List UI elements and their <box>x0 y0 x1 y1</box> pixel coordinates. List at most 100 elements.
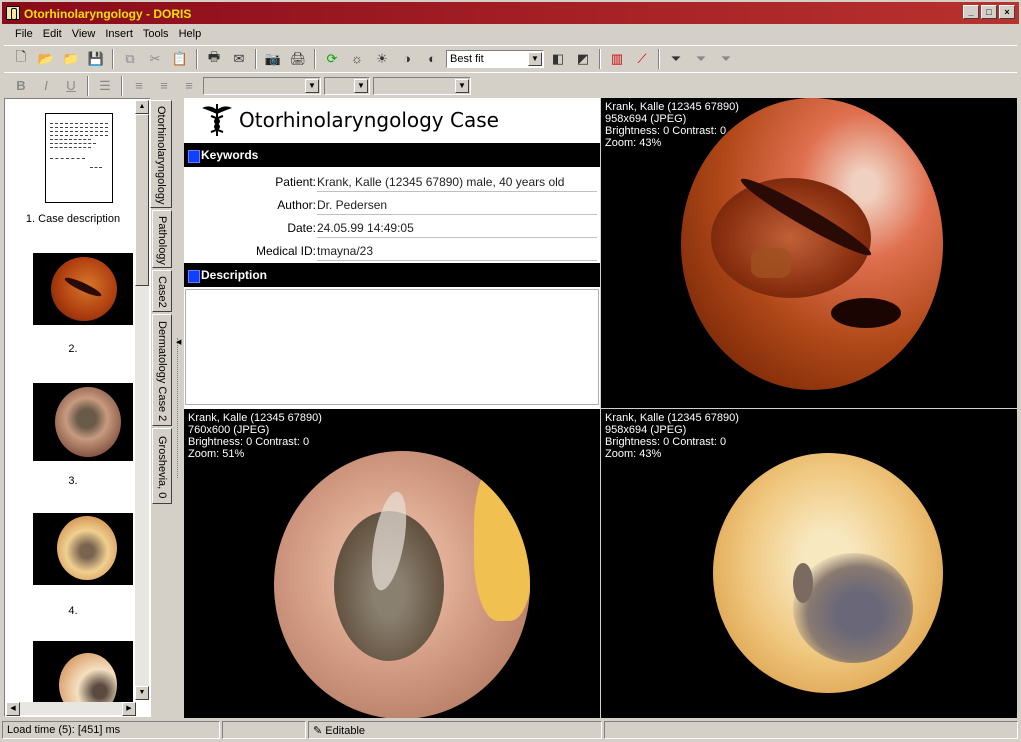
tab-pathology[interactable]: Pathology <box>152 210 172 268</box>
field-patient: Patient: Krank, Kalle (12345 67890) male… <box>184 170 600 193</box>
scroll-up-icon[interactable]: ▲ <box>135 100 149 114</box>
chevron-down-icon[interactable]: ▼ <box>305 78 319 93</box>
fit-window-icon[interactable]: ◧ <box>547 48 569 70</box>
description-header: Description <box>184 263 600 287</box>
bold-icon[interactable]: B <box>10 75 32 97</box>
font-size-select[interactable]: ▼ <box>324 76 370 95</box>
author-field[interactable]: Dr. Pedersen <box>317 195 597 215</box>
app-icon[interactable] <box>6 6 20 20</box>
pencil-icon: ✎ <box>313 725 323 737</box>
menu-bar: File Edit View Insert Tools Help <box>0 24 1021 44</box>
minimize-button[interactable]: _ <box>963 5 979 19</box>
camera-icon[interactable]: 📷 <box>262 48 284 70</box>
patient-field[interactable]: Krank, Kalle (12345 67890) male, 40 year… <box>317 172 597 192</box>
maximize-button[interactable]: □ <box>981 5 997 19</box>
date-field[interactable]: 24.05.99 14:49:05 <box>317 218 597 238</box>
brightness-up-icon[interactable]: ☀ <box>371 48 393 70</box>
image-info: Krank, Kalle (12345 67890) 760x600 (JPEG… <box>188 412 322 460</box>
paste-icon[interactable]: 📋 <box>169 48 191 70</box>
tab-dermatology-case-2[interactable]: Dermatology Case 2 <box>152 314 172 426</box>
toolbar-separator <box>87 75 89 96</box>
scroll-left-icon[interactable]: ◀ <box>6 702 20 716</box>
tab-case2[interactable]: Case2 <box>152 270 172 312</box>
chevron-down-icon[interactable]: ▼ <box>354 78 368 93</box>
save-icon[interactable]: 💾 <box>85 48 107 70</box>
chevron-down-icon[interactable]: ▼ <box>455 78 469 93</box>
toolbar-separator <box>196 48 198 69</box>
panel-splitter[interactable]: ◀ <box>174 98 184 718</box>
ear-drum-image <box>713 453 943 693</box>
new-icon[interactable]: 🗋 <box>10 48 32 70</box>
histogram-icon[interactable]: ▥ <box>606 48 628 70</box>
copy-icon[interactable]: ⧉ <box>119 48 141 70</box>
filter-icon[interactable]: ⏷ <box>665 48 687 70</box>
caduceus-icon <box>202 104 232 136</box>
filter-add-icon[interactable]: ⏷ <box>690 48 712 70</box>
thumbnail-scrollbar[interactable]: ▲ ▼ <box>135 100 149 700</box>
image-viewer-1[interactable]: Krank, Kalle (12345 67890) 958x694 (JPEG… <box>601 98 1017 408</box>
scroll-down-icon[interactable]: ▼ <box>135 686 149 700</box>
scroll-right-icon[interactable]: ▶ <box>122 702 136 716</box>
toolbar-separator <box>658 48 660 69</box>
menu-edit[interactable]: Edit <box>38 28 67 44</box>
tab-otorhinolaryngology[interactable]: Otorhinolaryngology <box>150 100 172 208</box>
style-select[interactable]: ▼ <box>373 76 471 95</box>
status-cell-empty <box>222 721 306 739</box>
contrast-up-icon[interactable]: ◐ <box>421 48 443 70</box>
zoom-select-value: Best fit <box>450 52 484 65</box>
load-time-status: Load time (5): [451] ms <box>2 721 220 739</box>
thumbnail-label: 3. <box>68 475 78 487</box>
print-icon[interactable]: 🖶 <box>203 48 225 70</box>
field-label: Medical ID: <box>255 244 316 258</box>
collapse-arrow-icon[interactable]: ◀ <box>176 338 181 346</box>
edit-mode-label: Editable <box>325 725 366 737</box>
thumbnail-label: 2. <box>68 343 78 355</box>
zoom-select[interactable]: Best fit ▼ <box>446 49 544 68</box>
thumbnail-hscrollbar[interactable]: ◀ ▶ <box>6 702 136 716</box>
menu-help[interactable]: Help <box>174 28 207 44</box>
align-right-icon[interactable]: ≡ <box>178 75 200 97</box>
toolbar-separator <box>314 48 316 69</box>
bullet-list-icon[interactable]: ☰ <box>94 75 116 97</box>
rotate-icon[interactable]: ⟳ <box>321 48 343 70</box>
menu-tools[interactable]: Tools <box>138 28 174 44</box>
underline-icon[interactable]: U <box>60 75 82 97</box>
open-icon[interactable]: 📂 <box>35 48 57 70</box>
scanner-icon[interactable]: 🖨 <box>287 48 309 70</box>
align-center-icon[interactable]: ≡ <box>153 75 175 97</box>
filter-remove-icon[interactable]: ⏷ <box>715 48 737 70</box>
line-chart-icon[interactable]: ⟋ <box>631 48 653 70</box>
mail-icon[interactable]: ✉ <box>228 48 250 70</box>
toolbar-separator <box>255 48 257 69</box>
image-zoom: Zoom: 43% <box>605 448 662 460</box>
tab-groshevia[interactable]: Groshevia, 0 <box>152 428 172 504</box>
toolbar-separator <box>112 48 114 69</box>
thumbnail-label: 4. <box>68 605 78 617</box>
ear-image-thumbnail <box>33 513 133 585</box>
scroll-thumb[interactable] <box>135 114 149 286</box>
image-adjustments: Brightness: 0 Contrast: 0 <box>188 436 310 448</box>
align-left-icon[interactable]: ≡ <box>128 75 150 97</box>
description-textarea[interactable] <box>185 289 599 405</box>
image-viewer-3[interactable]: Krank, Kalle (12345 67890) 958x694 (JPEG… <box>601 409 1017 718</box>
splitter-grip[interactable] <box>177 338 181 478</box>
status-bar: Load time (5): [451] ms ✎ Editable <box>0 719 1021 742</box>
open-folder-icon[interactable]: 📁 <box>60 48 82 70</box>
contrast-down-icon[interactable]: ◑ <box>396 48 418 70</box>
image-size: 958x694 (JPEG) <box>605 113 687 125</box>
invert-icon[interactable]: ◩ <box>572 48 594 70</box>
brightness-down-icon[interactable]: ☼ <box>346 48 368 70</box>
cut-icon[interactable]: ✂ <box>144 48 166 70</box>
image-viewer-2[interactable]: Krank, Kalle (12345 67890) 760x600 (JPEG… <box>184 409 600 718</box>
image-adjustments: Brightness: 0 Contrast: 0 <box>605 125 727 137</box>
image-patient: Krank, Kalle (12345 67890) <box>605 101 739 113</box>
font-name-select[interactable]: ▼ <box>203 76 321 95</box>
menu-view[interactable]: View <box>67 28 101 44</box>
chevron-down-icon[interactable]: ▼ <box>528 51 542 66</box>
menu-file[interactable]: File <box>10 28 38 44</box>
case-tabs: Otorhinolaryngology Pathology Case2 Derm… <box>150 98 174 718</box>
close-button[interactable]: × <box>999 5 1015 19</box>
italic-icon[interactable]: I <box>35 75 57 97</box>
medical-id-field[interactable]: tmayna/23 <box>317 241 597 261</box>
menu-insert[interactable]: Insert <box>100 28 138 44</box>
